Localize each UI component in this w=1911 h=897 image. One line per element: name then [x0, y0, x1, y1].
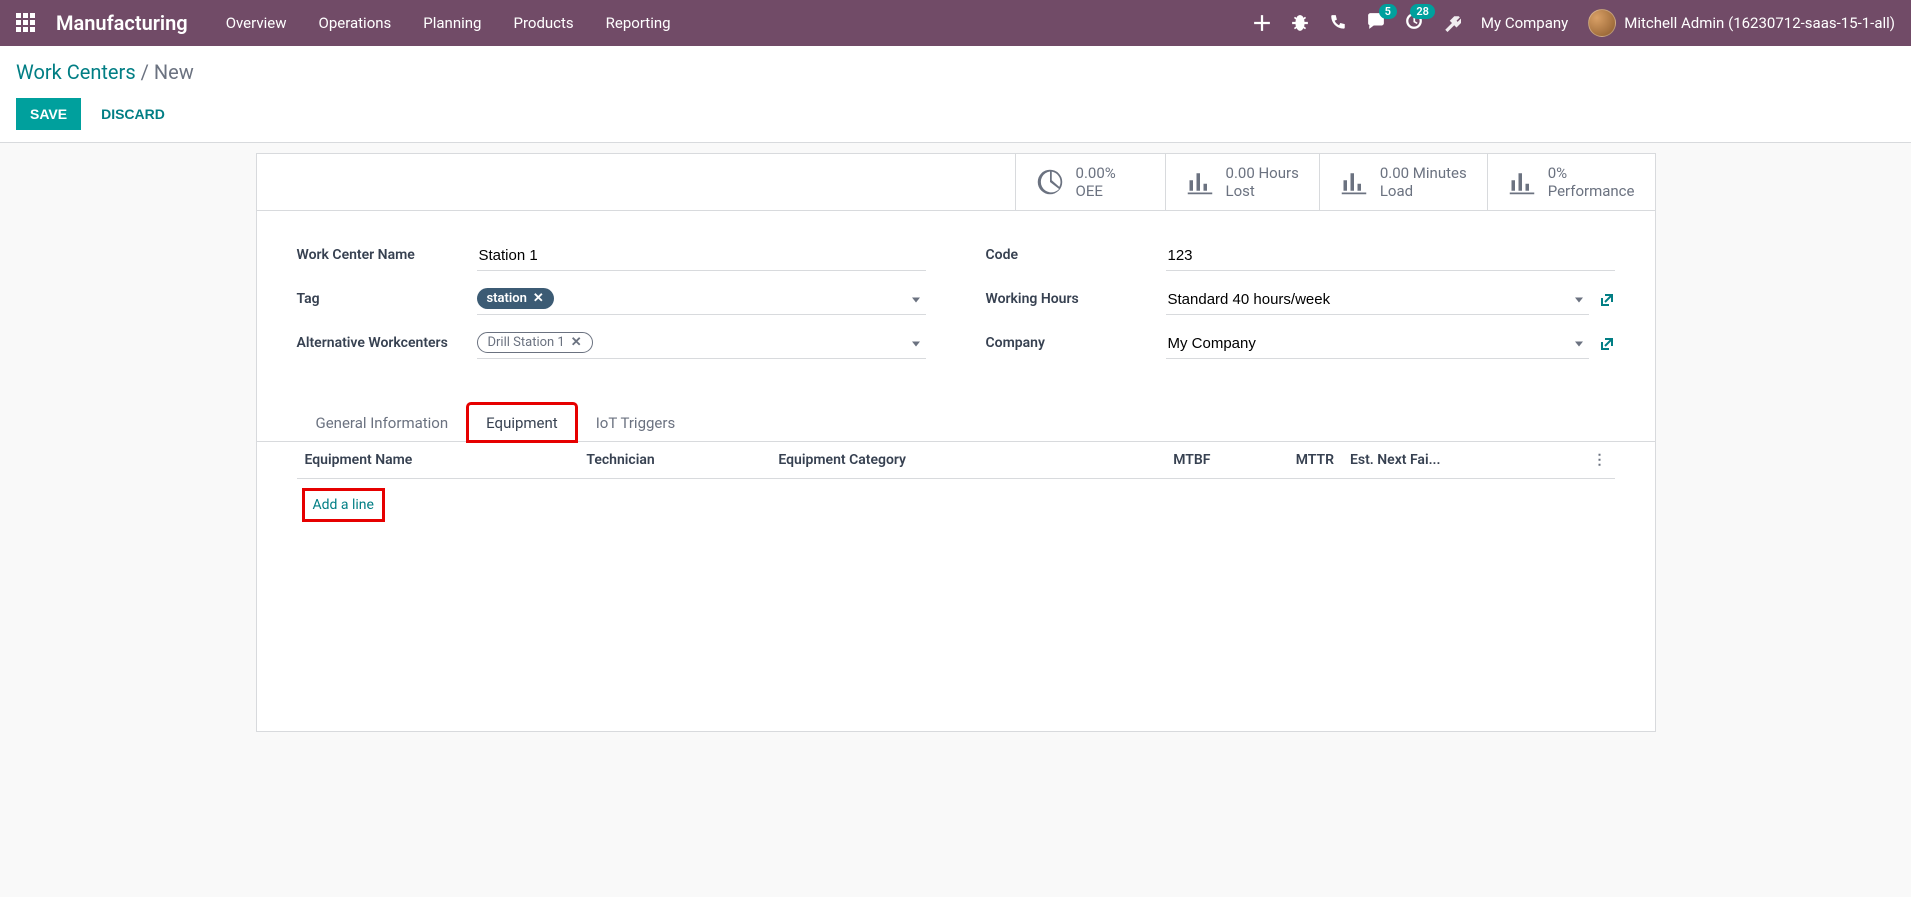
nav-right: 5 28 My Company Mitchell Admin (16230712…: [1253, 9, 1895, 37]
plus-icon[interactable]: [1253, 14, 1271, 32]
alt-chip: Drill Station 1 ✕: [477, 332, 593, 353]
tag-chip: station ✕: [477, 288, 554, 309]
tag-label: Tag: [297, 285, 477, 307]
col-equipment-category[interactable]: Equipment Category: [770, 442, 1097, 479]
nav-overview[interactable]: Overview: [212, 6, 301, 40]
alt-remove-icon[interactable]: ✕: [571, 335, 582, 350]
col-equipment-name[interactable]: Equipment Name: [297, 442, 579, 479]
alt-label: Alternative Workcenters: [297, 329, 477, 351]
stat-oee-value: 0.00%: [1076, 164, 1116, 182]
stat-oee[interactable]: 0.00% OEE: [1015, 154, 1165, 210]
apps-icon[interactable]: [16, 13, 36, 33]
user-menu[interactable]: Mitchell Admin (16230712-saas-15-1-all): [1588, 9, 1895, 37]
form-sheet: 0.00% OEE 0.00 Hours Lost 0.00 Minutes L…: [256, 153, 1656, 732]
name-label: Work Center Name: [297, 241, 477, 263]
tag-input[interactable]: station ✕: [477, 285, 926, 315]
tab-general-information[interactable]: General Information: [297, 403, 468, 442]
form-container: 0.00% OEE 0.00 Hours Lost 0.00 Minutes L…: [256, 143, 1656, 742]
control-buttons: Save Discard: [16, 98, 1895, 130]
nav-operations[interactable]: Operations: [305, 6, 406, 40]
activities-badge: 28: [1410, 4, 1435, 19]
company-label: Company: [986, 329, 1166, 351]
hours-external-link[interactable]: [1599, 292, 1615, 308]
breadcrumb: Work Centers / New: [16, 60, 1895, 84]
form-col-left: Work Center Name Tag station ✕: [297, 241, 926, 373]
discard-button[interactable]: Discard: [95, 105, 171, 123]
company-input[interactable]: [1166, 329, 1589, 359]
nav-reporting[interactable]: Reporting: [592, 6, 685, 40]
col-technician[interactable]: Technician: [578, 442, 770, 479]
activities-icon-wrap[interactable]: 28: [1405, 12, 1423, 34]
equipment-table: Equipment Name Technician Equipment Cate…: [297, 442, 1615, 691]
user-name: Mitchell Admin (16230712-saas-15-1-all): [1624, 14, 1895, 32]
stat-buttons: 0.00% OEE 0.00 Hours Lost 0.00 Minutes L…: [257, 154, 1655, 211]
nav-menu: Overview Operations Planning Products Re…: [212, 6, 685, 40]
stat-oee-label: OEE: [1076, 182, 1116, 200]
top-navbar: Manufacturing Overview Operations Planni…: [0, 0, 1911, 46]
chevron-down-icon[interactable]: [1575, 342, 1583, 347]
add-line-button[interactable]: Add a line: [305, 491, 382, 519]
stat-load-label: Load: [1380, 182, 1467, 200]
form-col-right: Code Working Hours: [986, 241, 1615, 373]
stat-lost[interactable]: 0.00 Hours Lost: [1165, 154, 1319, 210]
control-panel: Work Centers / New Save Discard: [0, 46, 1911, 143]
stat-perf-value: 0%: [1548, 164, 1635, 182]
col-mtbf[interactable]: MTBF: [1097, 442, 1218, 479]
chevron-down-icon[interactable]: [912, 297, 920, 302]
tag-chip-text: station: [487, 291, 527, 306]
tab-equipment[interactable]: Equipment: [467, 403, 577, 442]
col-est-next-failure[interactable]: Est. Next Fai...: [1342, 442, 1585, 479]
external-link-icon: [1599, 336, 1615, 352]
breadcrumb-root[interactable]: Work Centers: [16, 60, 136, 84]
alt-workcenters-input[interactable]: Drill Station 1 ✕: [477, 329, 926, 359]
bar-chart-icon: [1508, 168, 1536, 196]
code-label: Code: [986, 241, 1166, 263]
chevron-down-icon[interactable]: [912, 341, 920, 346]
save-button[interactable]: Save: [16, 98, 81, 130]
stat-lost-label: Lost: [1226, 182, 1299, 200]
tabs: General Information Equipment IoT Trigge…: [257, 403, 1655, 442]
form-body: Work Center Name Tag station ✕: [257, 211, 1655, 383]
stat-load-value: 0.00 Minutes: [1380, 164, 1467, 182]
bug-icon[interactable]: [1291, 14, 1309, 32]
avatar: [1588, 9, 1616, 37]
messages-badge: 5: [1379, 4, 1397, 19]
stat-load[interactable]: 0.00 Minutes Load: [1319, 154, 1487, 210]
tab-content: Equipment Name Technician Equipment Cate…: [257, 442, 1655, 731]
company-selector[interactable]: My Company: [1481, 14, 1568, 32]
stat-performance[interactable]: 0% Performance: [1487, 154, 1655, 210]
bar-chart-icon: [1340, 168, 1368, 196]
stat-perf-label: Performance: [1548, 182, 1635, 200]
col-options-icon[interactable]: ⋮: [1585, 442, 1615, 479]
breadcrumb-current: New: [154, 60, 194, 84]
stat-lost-value: 0.00 Hours: [1226, 164, 1299, 182]
add-line-highlight: Add a line: [305, 491, 382, 519]
breadcrumb-sep: /: [141, 60, 149, 84]
code-input[interactable]: [1166, 241, 1615, 271]
nav-products[interactable]: Products: [499, 6, 587, 40]
hours-label: Working Hours: [986, 285, 1166, 307]
tab-iot-triggers[interactable]: IoT Triggers: [577, 403, 694, 442]
tools-icon[interactable]: [1443, 14, 1461, 32]
alt-chip-text: Drill Station 1: [488, 335, 565, 350]
phone-icon[interactable]: [1329, 14, 1347, 32]
tag-remove-icon[interactable]: ✕: [533, 291, 544, 306]
pie-chart-icon: [1036, 168, 1064, 196]
chevron-down-icon[interactable]: [1575, 298, 1583, 303]
company-external-link[interactable]: [1599, 336, 1615, 352]
bar-chart-icon: [1186, 168, 1214, 196]
hours-input[interactable]: [1166, 285, 1589, 315]
app-title[interactable]: Manufacturing: [56, 11, 188, 35]
external-link-icon: [1599, 292, 1615, 308]
col-mttr[interactable]: MTTR: [1218, 442, 1342, 479]
nav-planning[interactable]: Planning: [409, 6, 495, 40]
messages-icon-wrap[interactable]: 5: [1367, 12, 1385, 34]
name-input[interactable]: [477, 241, 926, 271]
